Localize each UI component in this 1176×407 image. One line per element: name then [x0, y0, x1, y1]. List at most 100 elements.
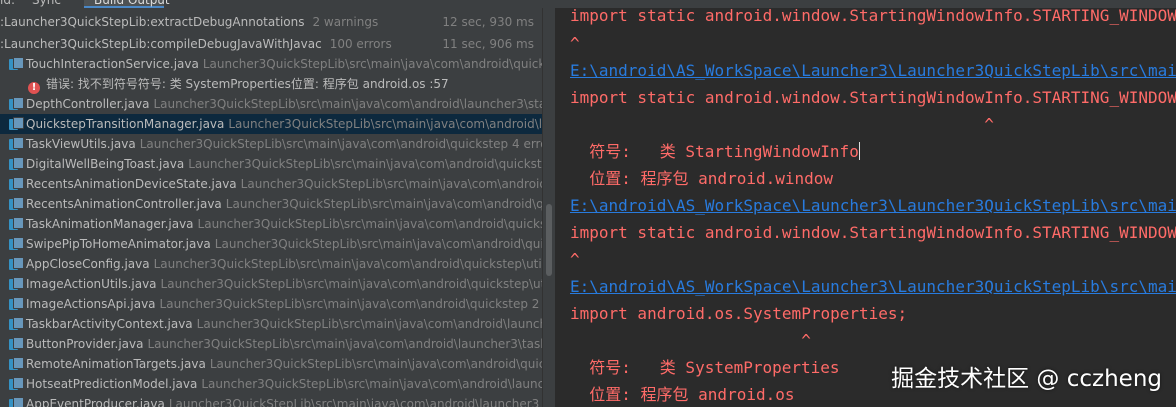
file-name: SwipePipToHomeAnimator.java: [26, 237, 211, 251]
console-file-link[interactable]: E:\android\AS_WorkSpace\Launcher3\Launch…: [570, 276, 1176, 298]
file-row[interactable]: AppEventProducer.java Launcher3QuickStepL…: [0, 394, 542, 407]
java-file-icon: [8, 137, 24, 151]
file-row-selected[interactable]: QuickstepTransitionManager.java Launcher3…: [0, 114, 542, 134]
task-row-extract-annotations[interactable]: :Launcher3QuickStepLib:extractDebugAnnot…: [0, 12, 542, 32]
file-name: TaskAnimationManager.java: [26, 217, 194, 231]
file-path: Launcher3QuickStepLib\src\main\java\com\…: [209, 357, 542, 371]
file-name: ImageActionsApi.java: [26, 297, 156, 311]
scrollbar-thumb[interactable]: [546, 204, 552, 276]
java-file-icon: [8, 157, 24, 171]
file-name: RecentsAnimationDeviceState.java: [26, 177, 237, 191]
file-name: TaskViewUtils.java: [26, 137, 136, 151]
file-path: Launcher3QuickStepLib\src\main\java\com\…: [197, 217, 542, 231]
java-file-icon: [8, 317, 24, 331]
file-path: Launcher3QuickStepLib\src\main\java\com\…: [168, 397, 540, 407]
java-file-icon: [8, 357, 24, 371]
file-name: ButtonProvider.java: [26, 337, 144, 351]
file-row[interactable]: ButtonProvider.java Launcher3QuickStepLib…: [0, 334, 542, 354]
java-file-icon: [8, 117, 24, 131]
file-name: RecentsAnimationController.java: [26, 197, 222, 211]
task-warnings-count: 2 warnings: [312, 15, 379, 29]
file-row[interactable]: RecentsAnimationController.java Launcher3…: [0, 194, 542, 214]
file-row[interactable]: HotseatPredictionModel.java Launcher3Quic…: [0, 374, 542, 394]
error-row[interactable]: ! 错误: 找不到符号符号: 类 SystemProperties位置: 程序包 …: [0, 74, 542, 94]
console-line: 位置: 程序包 android.os: [570, 385, 795, 404]
console-line-with-cursor: 符号: 类 StartingWindowInfo: [570, 141, 860, 163]
file-name: AppEventProducer.java: [26, 397, 165, 407]
file-path: Launcher3QuickStepLib\src\main\java\com\…: [147, 337, 542, 351]
file-path: Launcher3QuickStepLib\src\main\java\com\…: [159, 297, 542, 311]
console-line: import static android.window.StartingWin…: [570, 8, 1176, 25]
file-name: HotseatPredictionModel.java: [26, 377, 198, 391]
file-path: Launcher3QuickStepLib\src\main\java\com\…: [201, 377, 542, 391]
java-file-icon: [8, 377, 24, 391]
java-file-icon: [8, 177, 24, 191]
file-name: TouchInteractionService.java: [26, 57, 199, 71]
file-path: Launcher3QuickStepLib\src\main\java\com\…: [225, 197, 542, 211]
java-file-icon: [8, 97, 24, 111]
file-path: Launcher3QuickStepLib\src\main\java\com\…: [188, 157, 542, 171]
task-name: :Launcher3QuickStepLib:compileDebugJavaW…: [0, 37, 322, 51]
file-row[interactable]: TaskViewUtils.java Launcher3QuickStepLib\…: [0, 134, 542, 154]
file-name: DigitalWellBeingToast.java: [26, 157, 185, 171]
file-row[interactable]: TouchInteractionService.java Launcher3Qui…: [0, 54, 542, 74]
file-path: Launcher3QuickStepLib\src\main\java\com\…: [139, 137, 542, 151]
java-file-icon: [8, 337, 24, 351]
console-file-link[interactable]: E:\android\AS_WorkSpace\Launcher3\Launch…: [570, 195, 1176, 217]
file-row[interactable]: DepthController.java Launcher3QuickStepLi…: [0, 94, 542, 114]
console-line: import static android.window.StartingWin…: [570, 223, 1176, 242]
file-row[interactable]: AppCloseConfig.java Launcher3QuickStepLib…: [0, 254, 542, 274]
file-row[interactable]: RemoteAnimationTargets.java Launcher3Quic…: [0, 354, 542, 374]
java-file-icon: [8, 197, 24, 211]
file-name: ImageActionUtils.java: [26, 277, 157, 291]
tab-sync[interactable]: Sync: [32, 0, 61, 8]
task-row-compile-java[interactable]: :Launcher3QuickStepLib:compileDebugJavaW…: [0, 34, 542, 54]
tab-build-output[interactable]: Build Output: [84, 0, 170, 8]
console-file-link[interactable]: E:\android\AS_WorkSpace\Launcher3\Launch…: [570, 60, 1176, 82]
error-icon: !: [28, 82, 40, 94]
file-name: QuickstepTransitionManager.java: [26, 117, 225, 131]
console-output[interactable]: import static android.window.StartingWin…: [555, 8, 1176, 407]
file-path: Launcher3QuickStepLib\src\main\java\com\…: [202, 57, 542, 71]
java-file-icon: [8, 297, 24, 311]
console-line: import static android.window.StartingWin…: [570, 88, 1176, 107]
console-line: 符号: 类 SystemProperties: [570, 358, 840, 377]
file-row[interactable]: DigitalWellBeingToast.java Launcher3Quick…: [0, 154, 542, 174]
file-row[interactable]: TaskAnimationManager.java Launcher3QuickS…: [0, 214, 542, 234]
file-row[interactable]: TaskbarActivityContext.java Launcher3Quic…: [0, 314, 542, 334]
file-row[interactable]: RecentsAnimationDeviceState.java Launcher…: [0, 174, 542, 194]
file-row[interactable]: ImageActionsApi.java Launcher3QuickStepLi…: [0, 294, 542, 314]
file-path: Launcher3QuickStepLib\src\main\java\com\…: [153, 97, 542, 111]
file-row[interactable]: ImageActionUtils.java Launcher3QuickStepL…: [0, 274, 542, 294]
console-line-text: 符号: 类 StartingWindowInfo: [570, 142, 859, 161]
console-line: ^: [570, 115, 994, 134]
task-duration: 12 sec, 930 ms: [436, 12, 534, 32]
console-line: ^: [570, 331, 811, 350]
file-name: RemoteAnimationTargets.java: [26, 357, 206, 371]
console-line: ^: [570, 34, 580, 53]
console-line: 位置: 程序包 android.window: [570, 169, 834, 188]
java-file-icon: [8, 237, 24, 251]
file-path: Launcher3QuickStepLib\src\main\java\com\…: [160, 277, 542, 291]
java-file-icon: [8, 217, 24, 231]
java-file-icon: [8, 57, 24, 71]
file-name: AppCloseConfig.java: [26, 257, 150, 271]
console-line: import android.os.SystemProperties;: [570, 304, 908, 323]
java-file-icon: [8, 257, 24, 271]
tree-scrollbar[interactable]: [542, 8, 555, 407]
error-message: 错误: 找不到符号符号: 类 SystemProperties位置: 程序包 a…: [46, 77, 449, 91]
file-path: Launcher3QuickStepLib\src\main\java\com\…: [214, 237, 542, 251]
java-file-icon: [8, 277, 24, 291]
file-path: Launcher3QuickStepLib\src\main\java\com\…: [153, 257, 542, 271]
watermark-text: 掘金技术社区 @ cczheng: [891, 366, 1162, 392]
task-duration: 11 sec, 906 ms: [436, 34, 534, 54]
file-path: Launcher3QuickStepLib\src\main\java\com\…: [228, 117, 542, 131]
file-path: Launcher3QuickStepLib\src\main\java\com\…: [196, 317, 542, 331]
task-errors-count: 100 errors: [329, 37, 392, 51]
build-output-tree: :Launcher3QuickStepLib:extractDebugAnnot…: [0, 8, 542, 407]
file-row[interactable]: SwipePipToHomeAnimator.java Launcher3Quic…: [0, 234, 542, 254]
file-name: DepthController.java: [26, 97, 150, 111]
file-name: TaskbarActivityContext.java: [26, 317, 193, 331]
tab-build-label[interactable]: ld:: [0, 0, 15, 8]
java-file-icon: [8, 397, 24, 407]
